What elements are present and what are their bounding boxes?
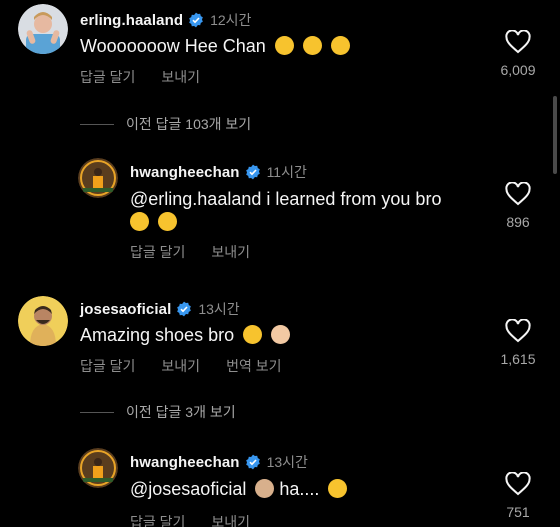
relieved-face-emoji xyxy=(302,36,322,55)
reply-button[interactable]: 답글 달기 xyxy=(80,356,135,376)
comment-josesaoficial: josesaoficial 13시간 Amazing shoes bro 답글 … xyxy=(0,292,560,382)
username[interactable]: erling.haaland xyxy=(80,12,183,29)
like-count: 1,615 xyxy=(500,351,536,367)
clapping-hands-emoji xyxy=(271,325,291,344)
verified-badge-icon xyxy=(245,454,260,470)
divider xyxy=(80,411,114,413)
heart-icon[interactable] xyxy=(505,472,531,496)
tears-of-joy-face-emoji xyxy=(328,479,348,498)
man-facepalming-emoji xyxy=(255,479,275,498)
timestamp: 11시간 xyxy=(266,164,307,180)
view-previous-replies[interactable]: 이전 답글 3개 보기 xyxy=(80,402,236,422)
send-button[interactable]: 보내기 xyxy=(161,356,200,376)
avatar[interactable] xyxy=(18,296,68,346)
comment-hwangheechan-2: hwangheechan 13시간 @josesaoficial ha.... … xyxy=(0,440,560,527)
comment-hwangheechan: hwangheechan 11시간 @erling.haaland i lear… xyxy=(0,150,560,270)
heart-icon[interactable] xyxy=(505,319,531,343)
comment-emoji-line xyxy=(126,208,178,236)
reply-button[interactable]: 답글 달기 xyxy=(130,512,185,527)
comment-erling-haaland: erling.haaland 12시간 Wooooooow Hee Chan 답… xyxy=(0,0,560,90)
username[interactable]: hwangheechan xyxy=(130,454,240,471)
heart-eyes-face-emoji xyxy=(158,212,178,231)
view-previous-replies[interactable]: 이전 답글 103개 보기 xyxy=(80,114,251,134)
timestamp: 13시간 xyxy=(266,454,308,470)
timestamp: 12시간 xyxy=(210,12,252,28)
verified-badge-icon xyxy=(245,164,260,180)
heart-icon[interactable] xyxy=(505,182,531,206)
heart-icon[interactable] xyxy=(505,30,531,54)
grinning-squinting-face-emoji xyxy=(330,36,350,55)
like-count: 6,009 xyxy=(500,62,536,78)
rolling-laughing-face-emoji xyxy=(130,212,149,231)
reply-button[interactable]: 답글 달기 xyxy=(80,67,135,87)
send-button[interactable]: 보내기 xyxy=(161,67,200,87)
comment-text: Wooooooow Hee Chan xyxy=(80,32,350,60)
comment-text: Amazing shoes bro xyxy=(80,321,291,349)
timestamp: 13시간 xyxy=(198,301,240,317)
scrollbar[interactable] xyxy=(553,96,557,174)
avatar[interactable] xyxy=(18,4,68,54)
send-button[interactable]: 보내기 xyxy=(211,512,250,527)
reply-button[interactable]: 답글 달기 xyxy=(130,242,185,262)
avatar[interactable] xyxy=(78,158,118,198)
send-button[interactable]: 보내기 xyxy=(211,242,250,262)
relieved-face-emoji xyxy=(274,36,294,55)
verified-badge-icon xyxy=(189,12,203,28)
translate-button[interactable]: 번역 보기 xyxy=(226,356,281,376)
avatar[interactable] xyxy=(78,448,118,488)
divider xyxy=(80,123,114,125)
comment-text: @josesaoficial ha.... xyxy=(130,475,348,503)
like-count: 896 xyxy=(506,214,530,230)
username[interactable]: hwangheechan xyxy=(130,164,240,181)
username[interactable]: josesaoficial xyxy=(80,301,171,318)
tears-of-joy-face-emoji xyxy=(243,325,263,344)
verified-badge-icon xyxy=(177,301,192,317)
like-count: 751 xyxy=(506,504,530,520)
